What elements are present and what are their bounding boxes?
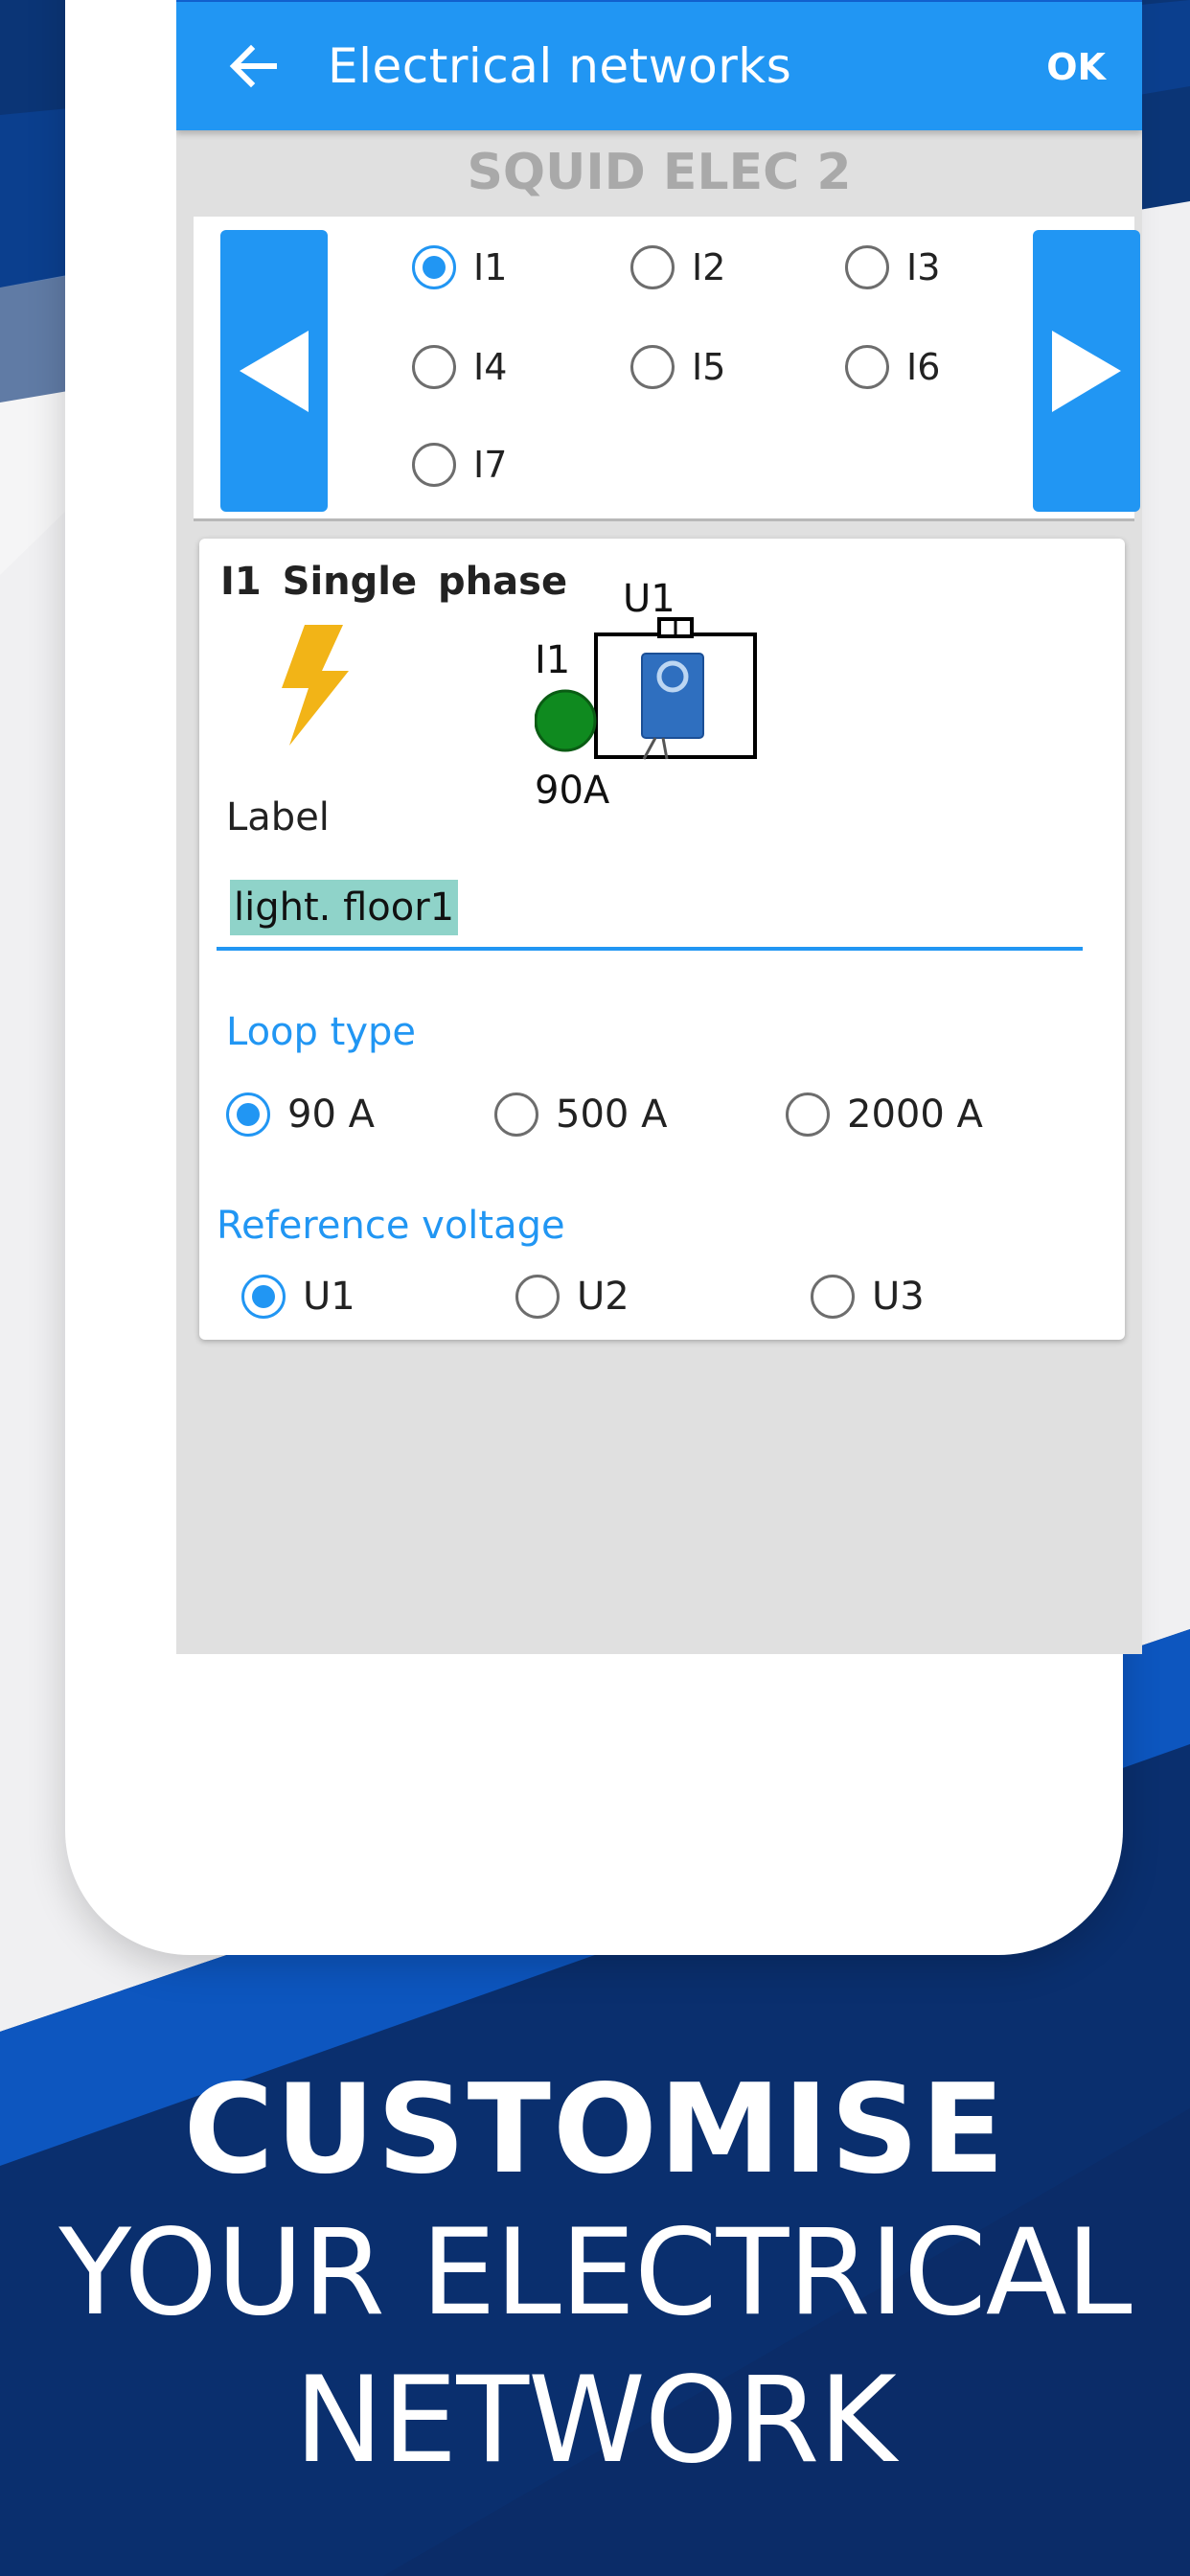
input-radio-i3[interactable]: I3 [845,245,940,289]
input-radio-i4[interactable]: I4 [412,345,507,389]
radio-circle [630,245,675,289]
sensor-diagram: U1 I1 90A [535,577,784,836]
radio-circle [226,1092,270,1137]
radio-circle [630,345,675,389]
reference-voltage-u3-radio[interactable]: U3 [811,1275,925,1319]
loop-type-label: 2000 A [847,1092,983,1137]
tagline-line-2: YOUR ELECTRICAL [58,2204,1132,2342]
phone-frame: Electrical networks OK SQUID ELEC 2 I1 I… [65,0,1142,1955]
input-radio-i6[interactable]: I6 [845,345,940,389]
input-detail-card: I1 Single phase U1 I1 90A Label light. f… [199,539,1125,1340]
radio-circle [845,345,889,389]
input-title: I1 Single phase [220,560,568,604]
label-input[interactable]: light. floor1 [217,870,1083,951]
radio-circle [241,1275,286,1319]
radio-circle [786,1092,830,1137]
input-radio-i5[interactable]: I5 [630,345,725,389]
tagline-line-3: NETWORK [294,2352,897,2490]
loop-type-label: 500 A [556,1092,668,1137]
input-radio-i7[interactable]: I7 [412,443,507,487]
device-name: SQUID ELEC 2 [467,144,852,201]
right-triangle-icon [1052,331,1121,412]
radio-circle [811,1275,855,1319]
loop-type-title: Loop type [226,1010,416,1054]
reference-voltage-u1-radio[interactable]: U1 [241,1275,355,1319]
radio-circle [412,245,456,289]
radio-circle [845,245,889,289]
app-bar: Electrical networks OK [176,2,1142,130]
page-title: Electrical networks [328,38,792,94]
input-radio-label: I4 [473,346,508,388]
loop-type-label: 90 A [287,1092,375,1137]
current-sensor-icon [535,617,757,760]
input-selector: I1 I2 I3 I4 I5 I6 I7 [194,217,1140,521]
input-radio-i1[interactable]: I1 [412,245,507,289]
reference-voltage-label: U3 [872,1275,925,1319]
radio-circle [515,1275,560,1319]
next-button[interactable] [1033,230,1140,512]
reference-voltage-u2-radio[interactable]: U2 [515,1275,629,1319]
input-radio-label: I2 [692,246,726,288]
loop-type-2000a-radio[interactable]: 2000 A [786,1092,983,1137]
ok-button[interactable]: OK [1046,46,1106,88]
reference-voltage-label: U1 [303,1275,355,1319]
radio-circle [412,443,456,487]
reference-voltage-title: Reference voltage [217,1204,565,1248]
input-radio-label: I1 [473,246,508,288]
tagline-line-1: CUSTOMISE [183,2058,1007,2201]
reference-voltage-label: U2 [577,1275,629,1319]
loop-type-90a-radio[interactable]: 90 A [226,1092,375,1137]
input-radio-label: I7 [473,444,508,486]
loop-type-500a-radio[interactable]: 500 A [494,1092,667,1137]
input-radio-label: I5 [692,346,726,388]
label-input-value: light. floor1 [230,880,459,935]
radio-circle [494,1092,538,1137]
left-triangle-icon [240,331,309,412]
back-arrow-icon[interactable] [224,36,284,96]
previous-button[interactable] [220,230,328,512]
label-caption: Label [226,795,330,840]
input-radio-label: I6 [906,346,941,388]
app-screen: Electrical networks OK SQUID ELEC 2 I1 I… [176,0,1142,1654]
lightning-bolt-icon [282,625,349,746]
input-radio-i2[interactable]: I2 [630,245,725,289]
radio-circle [412,345,456,389]
input-radio-label: I3 [906,246,941,288]
